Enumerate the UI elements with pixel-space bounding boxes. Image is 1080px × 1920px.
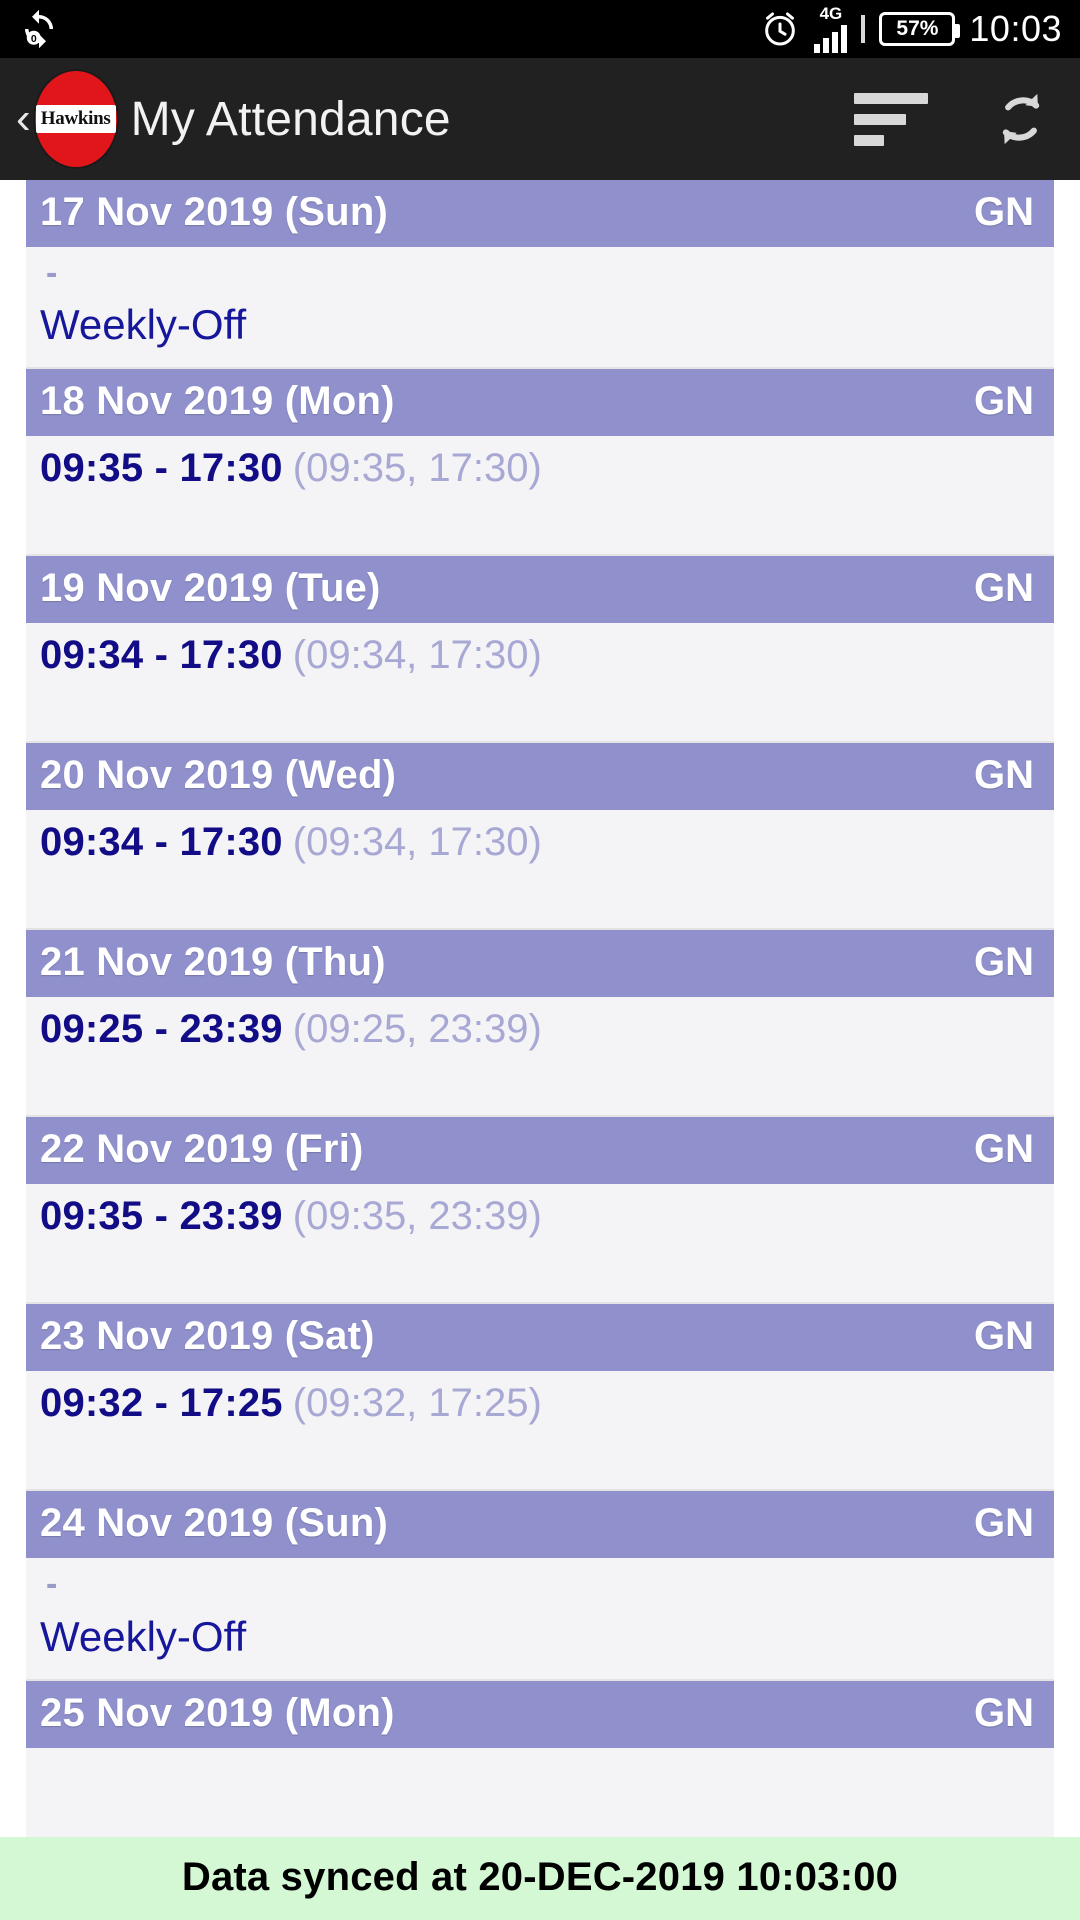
- back-button[interactable]: ‹: [10, 97, 35, 141]
- record-times-line: 09:25 - 23:39 (09:25, 23:39): [40, 1007, 542, 1051]
- record-times-line: 09:34 - 17:30 (09:34, 17:30): [40, 633, 542, 677]
- record-date: 19 Nov 2019 (Tue): [40, 566, 381, 611]
- sync-status-banner: Data synced at 20-DEC-2019 10:03:00: [0, 1837, 1080, 1920]
- record-body: 09:34 - 17:30 (09:34, 17:30): [26, 623, 1054, 741]
- sync-rotate-icon: 0: [25, 9, 53, 49]
- record-header: 19 Nov 2019 (Tue) GN: [26, 556, 1054, 624]
- record-punch-range: 09:34 - 17:30: [40, 820, 283, 865]
- record-times-line: 09:32 - 17:25 (09:32, 17:25): [40, 1381, 542, 1425]
- refresh-icon[interactable]: [986, 84, 1056, 154]
- record-shift: GN: [974, 1501, 1034, 1546]
- svg-text:0: 0: [31, 33, 37, 45]
- app-bar: ‹ Hawkins My Attendance: [0, 58, 1080, 180]
- record-times-line: 09:35 - 17:30 (09:35, 17:30): [40, 446, 542, 490]
- status-divider: [861, 15, 866, 43]
- record-raw-punches: (09:34, 17:30): [292, 633, 542, 678]
- record-header: 23 Nov 2019 (Sat) GN: [26, 1304, 1054, 1372]
- record-shift: GN: [974, 1314, 1034, 1359]
- record-header: 17 Nov 2019 (Sun) GN: [26, 180, 1054, 247]
- record-body: 09:32 - 17:25 (09:32, 17:25): [26, 1371, 1054, 1489]
- record-date: 22 Nov 2019 (Fri): [40, 1127, 364, 1172]
- status-bar-clock: 10:03: [969, 8, 1062, 49]
- record-date: 17 Nov 2019 (Sun): [40, 190, 388, 234]
- record-body: 09:35 - 17:30 (09:35, 17:30): [26, 436, 1054, 554]
- network-indicator: 4G: [814, 4, 848, 53]
- record-body: - Weekly-Off: [26, 247, 1054, 367]
- battery-percent-label: 57%: [896, 17, 939, 40]
- record-raw-punches: (09:35, 23:39): [292, 1194, 542, 1239]
- status-bar: 0 4G 57% 10:03: [0, 0, 1080, 58]
- record-raw-punches: (09:32, 17:25): [292, 1381, 542, 1426]
- battery-indicator: 57%: [879, 12, 961, 46]
- record-shift: GN: [974, 940, 1034, 985]
- record-raw-punches: (09:34, 17:30): [292, 820, 542, 865]
- alarm-clock-icon: [765, 12, 796, 46]
- status-bar-left: 0: [18, 8, 60, 50]
- record-date: 25 Nov 2019 (Mon): [40, 1690, 395, 1735]
- record-raw-punches: (09:35, 17:30): [292, 446, 542, 491]
- record-punch-range: 09:32 - 17:25: [40, 1381, 283, 1426]
- attendance-list[interactable]: 17 Nov 2019 (Sun) GN - Weekly-Off 18 Nov…: [0, 180, 1080, 1920]
- record-shift: GN: [974, 566, 1034, 611]
- table-row[interactable]: 17 Nov 2019 (Sun) GN - Weekly-Off: [26, 180, 1054, 370]
- record-header: 18 Nov 2019 (Mon) GN: [26, 369, 1054, 437]
- record-shift: GN: [974, 1127, 1034, 1172]
- record-date: 21 Nov 2019 (Thu): [40, 940, 386, 985]
- sort-filter-icon[interactable]: [854, 92, 928, 146]
- table-row[interactable]: 22 Nov 2019 (Fri) GN 09:35 - 23:39 (09:35…: [26, 1117, 1054, 1305]
- record-dash: -: [46, 254, 58, 292]
- record-date: 23 Nov 2019 (Sat): [40, 1314, 375, 1359]
- record-body: - Weekly-Off: [26, 1558, 1054, 1678]
- table-row[interactable]: 18 Nov 2019 (Mon) GN 09:35 - 17:30 (09:35…: [26, 369, 1054, 557]
- record-header: 25 Nov 2019 (Mon) GN: [26, 1680, 1054, 1748]
- record-dash: -: [46, 1565, 58, 1604]
- record-body: 09:25 - 23:39 (09:25, 23:39): [26, 997, 1054, 1115]
- record-header: 24 Nov 2019 (Sun) GN: [26, 1491, 1054, 1559]
- signal-bars-icon: [814, 23, 848, 53]
- record-date: 20 Nov 2019 (Wed): [40, 753, 397, 798]
- table-row[interactable]: 19 Nov 2019 (Tue) GN 09:34 - 17:30 (09:34…: [26, 556, 1054, 744]
- table-row[interactable]: 23 Nov 2019 (Sat) GN 09:32 - 17:25 (09:32…: [26, 1304, 1054, 1492]
- record-shift: GN: [974, 1690, 1034, 1735]
- record-shift: GN: [974, 753, 1034, 798]
- record-punch-range: 09:34 - 17:30: [40, 633, 283, 678]
- record-header: 22 Nov 2019 (Fri) GN: [26, 1117, 1054, 1185]
- record-status: Weekly-Off: [40, 301, 247, 349]
- status-bar-right: 4G 57% 10:03: [760, 5, 1062, 53]
- network-type-label: 4G: [819, 4, 843, 23]
- table-row[interactable]: 24 Nov 2019 (Sun) GN - Weekly-Off: [26, 1491, 1054, 1681]
- record-shift: GN: [974, 379, 1034, 424]
- record-status: Weekly-Off: [40, 1612, 247, 1660]
- hawkins-logo: Hawkins: [34, 71, 117, 167]
- record-punch-range: 09:25 - 23:39: [40, 1007, 283, 1052]
- table-row[interactable]: 20 Nov 2019 (Wed) GN 09:34 - 17:30 (09:34…: [26, 743, 1054, 931]
- record-times-line: 09:34 - 17:30 (09:34, 17:30): [40, 820, 542, 864]
- record-raw-punches: (09:25, 23:39): [292, 1007, 542, 1052]
- record-punch-range: 09:35 - 17:30: [40, 446, 283, 491]
- logo-text: Hawkins: [35, 105, 116, 133]
- app-bar-actions: [854, 84, 1056, 154]
- table-row[interactable]: 21 Nov 2019 (Thu) GN 09:25 - 23:39 (09:25…: [26, 930, 1054, 1118]
- record-header: 21 Nov 2019 (Thu) GN: [26, 930, 1054, 998]
- record-date: 24 Nov 2019 (Sun): [40, 1501, 388, 1546]
- page-title: My Attendance: [130, 92, 451, 146]
- record-header: 20 Nov 2019 (Wed) GN: [26, 743, 1054, 811]
- record-body: 09:35 - 23:39 (09:35, 23:39): [26, 1184, 1054, 1302]
- record-shift: GN: [974, 190, 1034, 234]
- record-body: 09:34 - 17:30 (09:34, 17:30): [26, 810, 1054, 928]
- record-times-line: 09:35 - 23:39 (09:35, 23:39): [40, 1194, 542, 1238]
- record-times-line: [40, 1780, 50, 1797]
- record-date: 18 Nov 2019 (Mon): [40, 379, 395, 424]
- record-punch-range: 09:35 - 23:39: [40, 1194, 283, 1239]
